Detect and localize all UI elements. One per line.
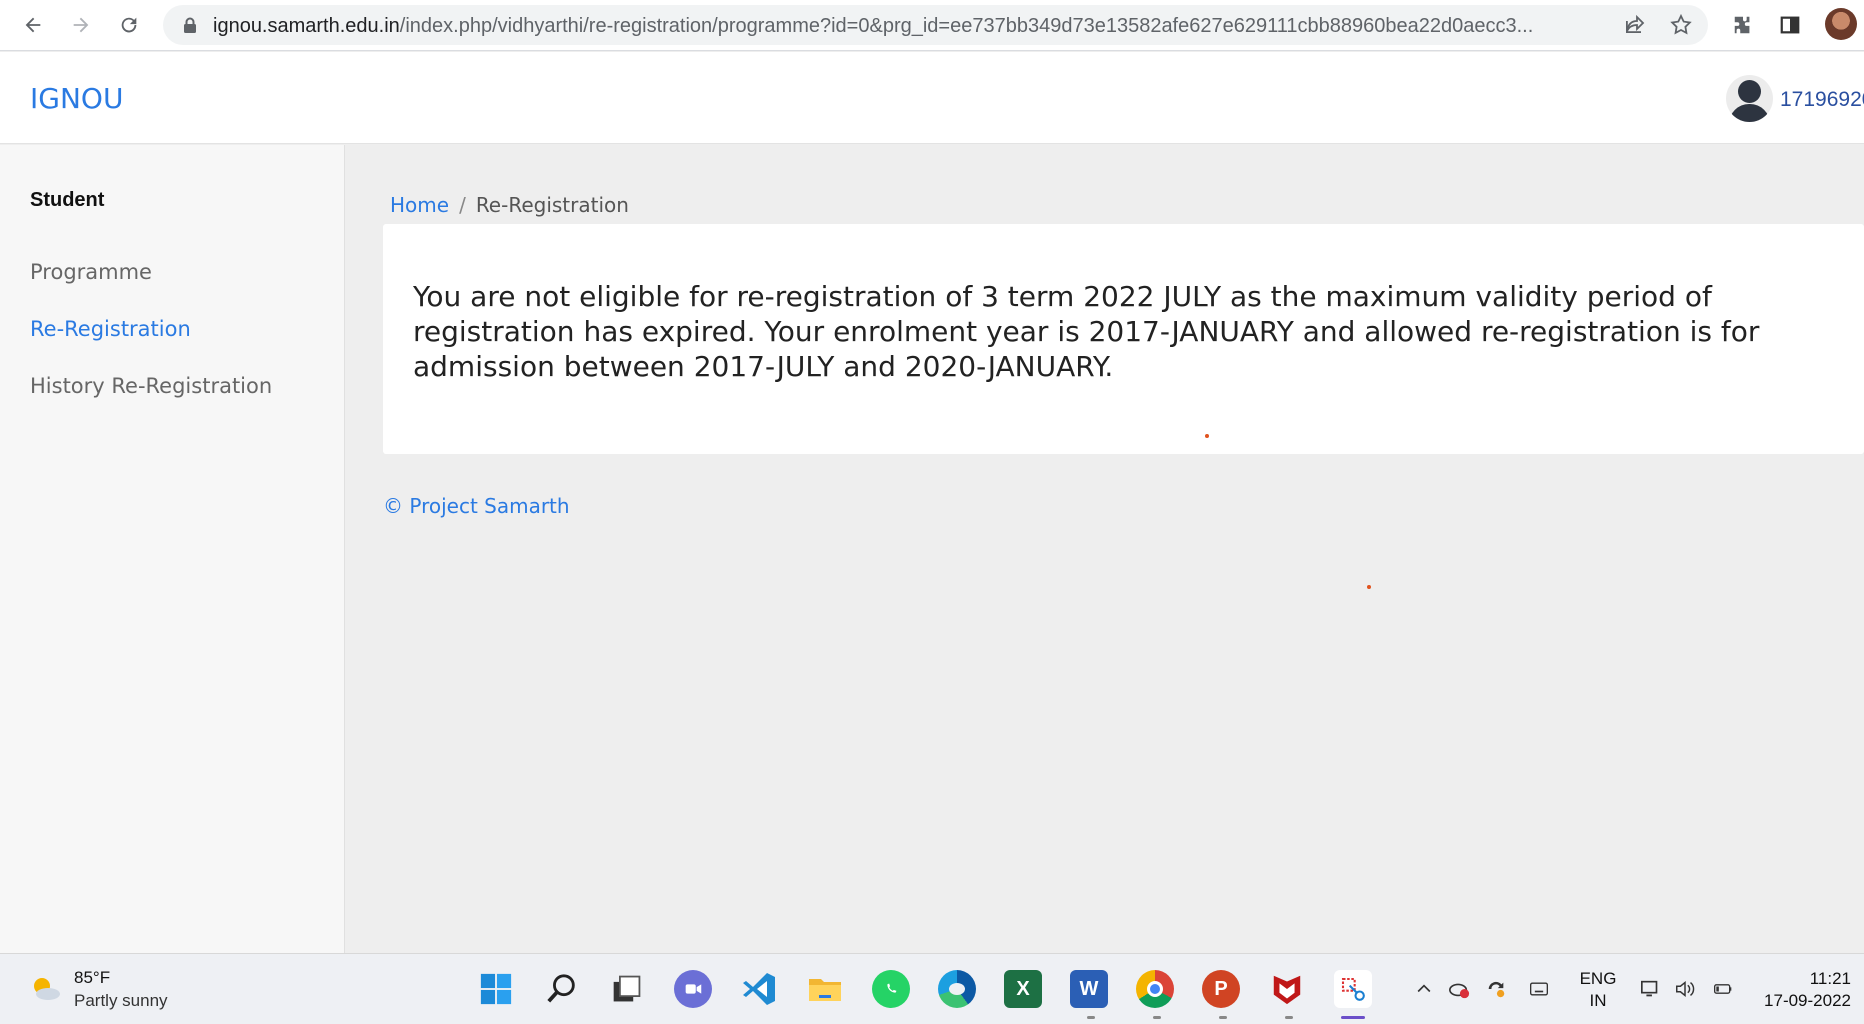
sidebar-heading: Student bbox=[30, 189, 105, 211]
teams-chat-icon[interactable] bbox=[674, 970, 712, 1008]
excel-icon[interactable]: X bbox=[1004, 970, 1042, 1008]
running-indicator bbox=[1219, 1016, 1227, 1019]
clock-date: 17-09-2022 bbox=[1764, 991, 1851, 1010]
browser-profile-avatar[interactable] bbox=[1825, 8, 1857, 40]
browser-toolbar: ignou.samarth.edu.in/index.php/vidhyarth… bbox=[0, 0, 1864, 51]
keyboard-icon[interactable] bbox=[1527, 978, 1551, 1000]
language-indicator[interactable]: ENG IN bbox=[1578, 968, 1618, 1012]
powerpoint-icon[interactable]: P bbox=[1202, 970, 1240, 1008]
reload-icon[interactable] bbox=[114, 10, 144, 40]
onedrive-error-icon[interactable] bbox=[1447, 978, 1471, 1000]
task-view-icon[interactable] bbox=[608, 970, 646, 1008]
chrome-icon[interactable] bbox=[1136, 970, 1174, 1008]
weather-temp[interactable]: 85°F bbox=[74, 968, 110, 988]
vscode-icon[interactable] bbox=[740, 970, 778, 1008]
windows-taskbar: 85°F Partly sunny X W P ENG IN 11:21 17-… bbox=[0, 953, 1864, 1024]
volume-icon[interactable] bbox=[1673, 978, 1697, 1000]
message-card: You are not eligible for re-registration… bbox=[383, 224, 1864, 454]
eligibility-message: You are not eligible for re-registration… bbox=[413, 280, 1760, 383]
back-icon[interactable] bbox=[18, 10, 48, 40]
side-panel-icon[interactable] bbox=[1775, 10, 1805, 40]
word-icon[interactable]: W bbox=[1070, 970, 1108, 1008]
extensions-icon[interactable] bbox=[1728, 10, 1758, 40]
breadcrumb-separator: / bbox=[459, 193, 466, 217]
footer-project-samarth-link[interactable]: © Project Samarth bbox=[383, 494, 570, 518]
user-avatar-icon[interactable] bbox=[1726, 75, 1773, 122]
breadcrumb-current: Re-Registration bbox=[475, 193, 629, 217]
share-icon[interactable] bbox=[1623, 13, 1647, 37]
breadcrumb: Home / Re-Registration bbox=[390, 193, 629, 217]
user-id-link[interactable]: 17196920 bbox=[1780, 88, 1864, 112]
weather-desc[interactable]: Partly sunny bbox=[74, 991, 168, 1011]
chevron-up-icon[interactable] bbox=[1412, 978, 1436, 1000]
language-code: ENG bbox=[1579, 969, 1617, 988]
forward-icon[interactable] bbox=[66, 10, 96, 40]
sidebar-item-re-registration[interactable]: Re-Registration bbox=[30, 317, 191, 341]
snipping-tool-icon[interactable] bbox=[1334, 970, 1372, 1008]
address-bar[interactable]: ignou.samarth.edu.in/index.php/vidhyarth… bbox=[163, 5, 1708, 45]
mcafee-icon[interactable] bbox=[1268, 970, 1306, 1008]
cursor-dot-decoration bbox=[1367, 585, 1371, 589]
sync-icon[interactable] bbox=[1484, 978, 1508, 1000]
brand-logo-text[interactable]: IGNOU bbox=[30, 82, 123, 115]
edge-icon[interactable] bbox=[938, 970, 976, 1008]
running-indicator bbox=[1087, 1016, 1095, 1019]
bookmark-star-icon[interactable] bbox=[1669, 13, 1693, 37]
app-header: IGNOU 17196920 bbox=[0, 52, 1864, 144]
breadcrumb-home-link[interactable]: Home bbox=[390, 193, 449, 217]
url-text[interactable]: ignou.samarth.edu.in/index.php/vidhyarth… bbox=[213, 15, 1563, 38]
clock-time: 11:21 bbox=[1809, 969, 1851, 988]
clock[interactable]: 11:21 17-09-2022 bbox=[1755, 968, 1851, 1012]
battery-icon[interactable] bbox=[1711, 978, 1735, 1000]
sidebar-item-history-re-registration[interactable]: History Re-Registration bbox=[30, 374, 272, 398]
lock-icon[interactable] bbox=[183, 17, 197, 33]
weather-partly-sunny-icon[interactable] bbox=[28, 974, 62, 1002]
running-indicator bbox=[1153, 1016, 1161, 1019]
region-code: IN bbox=[1589, 991, 1607, 1010]
active-app-indicator bbox=[1341, 1016, 1365, 1019]
sidebar: Student Programme Re-Registration Histor… bbox=[0, 145, 345, 953]
network-icon[interactable] bbox=[1639, 978, 1663, 1000]
file-explorer-icon[interactable] bbox=[806, 970, 844, 1008]
sidebar-item-programme[interactable]: Programme bbox=[30, 260, 152, 284]
running-indicator bbox=[1285, 1016, 1293, 1019]
cursor-dot-decoration bbox=[1205, 434, 1209, 438]
search-icon[interactable] bbox=[543, 970, 581, 1008]
whatsapp-icon[interactable] bbox=[872, 970, 910, 1008]
start-icon[interactable] bbox=[477, 970, 515, 1008]
